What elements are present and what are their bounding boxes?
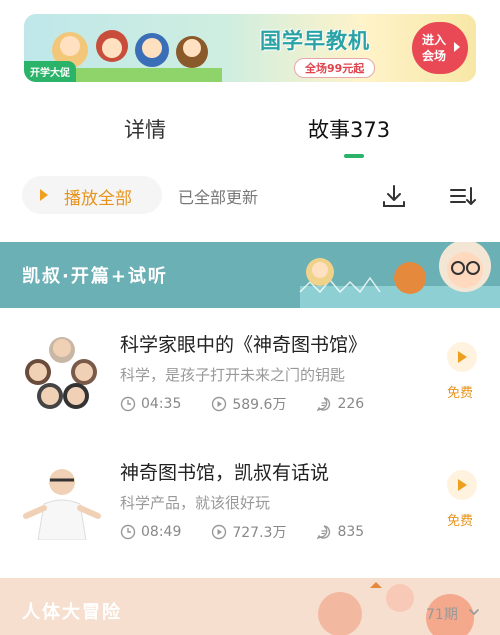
section-illustration bbox=[299, 242, 500, 308]
play-all-label: 播放全部 bbox=[64, 189, 132, 209]
section-illustration bbox=[318, 582, 474, 635]
update-status: 已全部更新 bbox=[178, 188, 259, 207]
play-icon bbox=[40, 189, 48, 201]
story-description: 科学，是孩子打开未来之门的钥匙 bbox=[120, 366, 346, 384]
play-icon bbox=[458, 479, 467, 491]
play-count: 589.6万 bbox=[211, 394, 286, 414]
duration-value: 08:49 bbox=[141, 524, 182, 540]
comment-count-value: 835 bbox=[337, 524, 365, 540]
comment-count-value: 226 bbox=[337, 396, 365, 412]
comment-icon bbox=[317, 397, 331, 412]
section-title: 人体大冒险 bbox=[22, 602, 122, 623]
tab-bar: 详情 故事373 bbox=[0, 92, 500, 164]
story-thumbnail bbox=[20, 456, 104, 540]
comment-icon bbox=[317, 525, 331, 540]
story-title: 神奇图书馆，凯叔有话说 bbox=[120, 462, 330, 484]
free-badge: 免费 bbox=[447, 386, 474, 401]
clock-icon bbox=[120, 524, 136, 540]
play-button[interactable] bbox=[447, 470, 477, 500]
tab-stories[interactable]: 故事373 bbox=[308, 114, 390, 144]
comment-count: 835 bbox=[316, 524, 364, 540]
story-thumbnail bbox=[20, 328, 104, 412]
enter-label-line1: 进入 bbox=[422, 33, 447, 47]
banner-area: 开学大促 国学早教机 全场99元起 进入 会场 bbox=[0, 0, 500, 92]
play-count: 727.3万 bbox=[211, 522, 286, 542]
comment-count: 226 bbox=[316, 396, 364, 412]
arrow-right-icon bbox=[454, 42, 460, 52]
duration: 08:49 bbox=[120, 524, 181, 540]
play-all-button[interactable]: 播放全部 bbox=[22, 176, 162, 214]
banner-title: 国学早教机 bbox=[260, 29, 370, 53]
download-icon[interactable] bbox=[380, 182, 408, 210]
duration-value: 04:35 bbox=[141, 396, 182, 412]
promo-banner[interactable]: 开学大促 国学早教机 全场99元起 进入 会场 bbox=[24, 14, 476, 82]
play-button[interactable] bbox=[447, 342, 477, 372]
story-title: 科学家眼中的《神奇图书馆》 bbox=[120, 334, 368, 356]
play-circle-icon bbox=[212, 524, 227, 540]
sort-icon[interactable] bbox=[448, 182, 476, 210]
clock-icon bbox=[120, 396, 136, 412]
story-meta: 04:35 589.6万 226 bbox=[120, 394, 394, 414]
play-count-value: 727.3万 bbox=[232, 525, 287, 541]
banner-subtitle: 全场99元起 bbox=[294, 58, 376, 78]
play-circle-icon bbox=[212, 396, 227, 412]
story-item[interactable]: 科学家眼中的《神奇图书馆》 科学，是孩子打开未来之门的钥匙 04:35 589.… bbox=[0, 318, 500, 448]
action-row: 播放全部 已全部更新 bbox=[0, 170, 500, 222]
duration: 04:35 bbox=[120, 396, 181, 412]
chevron-down-icon[interactable] bbox=[468, 606, 480, 618]
play-icon bbox=[458, 351, 467, 363]
enter-label-line2: 会场 bbox=[422, 49, 447, 63]
promo-tag: 开学大促 bbox=[24, 61, 76, 82]
section-header-intro[interactable]: 凯叔·开篇+试听 bbox=[0, 242, 500, 308]
story-description: 科学产品，就该很好玩 bbox=[120, 494, 271, 512]
play-count-value: 589.6万 bbox=[232, 397, 287, 413]
story-meta: 08:49 727.3万 835 bbox=[120, 522, 394, 542]
enter-venue-button[interactable]: 进入 会场 bbox=[412, 22, 468, 74]
story-item[interactable]: 神奇图书馆，凯叔有话说 科学产品，就该很好玩 08:49 727.3万 835 … bbox=[0, 446, 500, 576]
episode-count: 71期 bbox=[426, 607, 458, 623]
tab-details[interactable]: 详情 bbox=[124, 114, 166, 144]
active-tab-indicator bbox=[344, 154, 364, 158]
free-badge: 免费 bbox=[447, 514, 474, 529]
section-title: 凯叔·开篇+试听 bbox=[22, 266, 168, 287]
section-header-body-adventure[interactable]: 人体大冒险 71期 bbox=[0, 578, 500, 635]
